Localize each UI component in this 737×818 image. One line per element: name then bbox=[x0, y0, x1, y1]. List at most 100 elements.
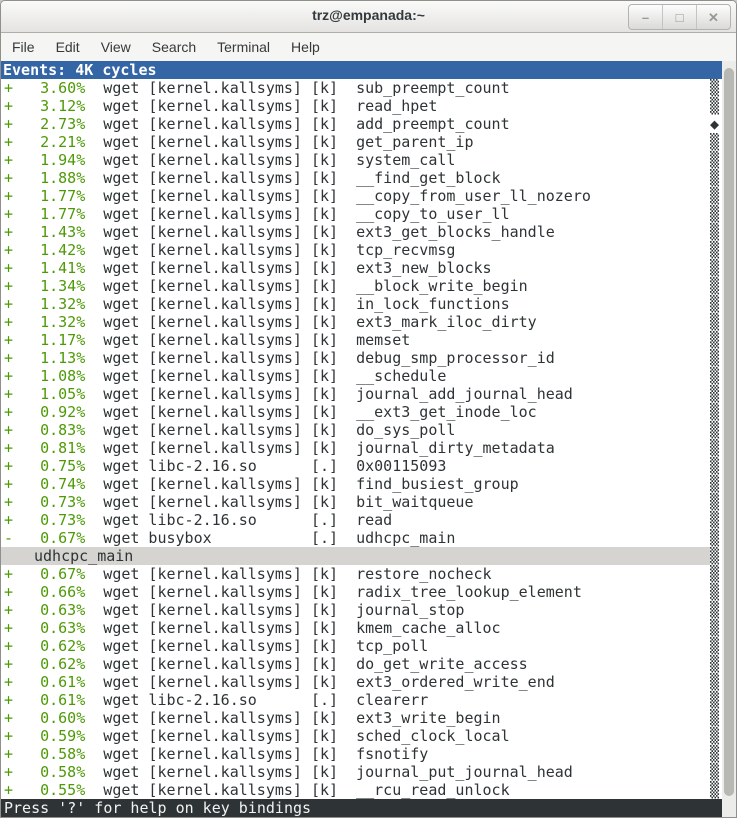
table-row[interactable]: +0.83%wget[kernel.kallsyms][k]do_sys_pol… bbox=[1, 421, 722, 439]
table-row[interactable]: +0.92%wget[kernel.kallsyms][k]__ext3_get… bbox=[1, 403, 722, 421]
row-content: +0.61%wgetlibc-2.16.so[.]clearerr bbox=[1, 691, 710, 709]
symbol-name: read bbox=[356, 511, 710, 529]
table-row[interactable]: +0.66%wget[kernel.kallsyms][k]radix_tree… bbox=[1, 583, 722, 601]
maximize-button[interactable]: □ bbox=[662, 5, 696, 29]
overhead-percent: 1.77% bbox=[13, 205, 85, 223]
command-name: wget bbox=[103, 619, 139, 637]
scrollbar[interactable] bbox=[722, 61, 736, 817]
expand-toggle: + bbox=[4, 205, 13, 223]
shared-object: [kernel.kallsyms] bbox=[148, 187, 311, 205]
symbol-name: fsnotify bbox=[356, 745, 710, 763]
row-content: +1.32%wget[kernel.kallsyms][k]ext3_mark_… bbox=[1, 313, 710, 331]
menu-item-edit[interactable]: Edit bbox=[47, 35, 89, 59]
command-name: wget bbox=[103, 349, 139, 367]
overhead-percent: 0.61% bbox=[13, 673, 85, 691]
shared-object: [kernel.kallsyms] bbox=[148, 709, 311, 727]
symbol-mode: [k] bbox=[311, 367, 338, 385]
table-row[interactable]: +0.63%wget[kernel.kallsyms][k]journal_st… bbox=[1, 601, 722, 619]
window-titlebar[interactable]: trz@empanada:~ –□✕ bbox=[1, 1, 736, 33]
table-row[interactable]: -0.67%wgetbusybox[.]udhcpc_main▒ bbox=[1, 529, 722, 547]
table-row[interactable]: +0.74%wget[kernel.kallsyms][k]find_busie… bbox=[1, 475, 722, 493]
symbol-mode: [k] bbox=[311, 331, 338, 349]
command-name: wget bbox=[103, 295, 139, 313]
menu-item-file[interactable]: File bbox=[3, 35, 44, 59]
menu-item-help[interactable]: Help bbox=[282, 35, 329, 59]
symbol-mode: [.] bbox=[311, 529, 338, 547]
command-name: wget bbox=[103, 637, 139, 655]
terminal-viewport[interactable]: Events: 4K cycles +3.60%wget[kernel.kall… bbox=[1, 61, 736, 817]
symbol-name: do_get_write_access bbox=[356, 655, 710, 673]
table-row[interactable]: +1.94%wget[kernel.kallsyms][k]system_cal… bbox=[1, 151, 722, 169]
command-name: wget bbox=[103, 781, 139, 799]
shared-object: [kernel.kallsyms] bbox=[148, 439, 311, 457]
symbol-mode: [k] bbox=[311, 205, 338, 223]
table-row[interactable]: +3.12%wget[kernel.kallsyms][k]read_hpet▒ bbox=[1, 97, 722, 115]
menu-item-search[interactable]: Search bbox=[143, 35, 205, 59]
table-row[interactable]: +1.08%wget[kernel.kallsyms][k]__schedule… bbox=[1, 367, 722, 385]
row-edge-shade-icon: ▒ bbox=[710, 583, 722, 601]
symbol-name: __copy_from_user_ll_nozero bbox=[356, 187, 710, 205]
table-row[interactable]: +1.41%wget[kernel.kallsyms][k]ext3_new_b… bbox=[1, 259, 722, 277]
row-content: +0.92%wget[kernel.kallsyms][k]__ext3_get… bbox=[1, 403, 710, 421]
symbol-name: clearerr bbox=[356, 691, 710, 709]
table-row[interactable]: +2.73%wget[kernel.kallsyms][k]add_preemp… bbox=[1, 115, 722, 133]
row-edge-shade-icon: ▒ bbox=[710, 97, 722, 115]
expand-toggle: + bbox=[4, 457, 13, 475]
table-row[interactable]: +1.88%wget[kernel.kallsyms][k]__find_get… bbox=[1, 169, 722, 187]
table-row[interactable]: +0.55%wget[kernel.kallsyms][k]__rcu_read… bbox=[1, 781, 722, 799]
table-row[interactable]: +3.60%wget[kernel.kallsyms][k]sub_preemp… bbox=[1, 79, 722, 97]
expand-toggle: + bbox=[4, 403, 13, 421]
table-row[interactable]: +1.32%wget[kernel.kallsyms][k]ext3_mark_… bbox=[1, 313, 722, 331]
command-name: wget bbox=[103, 403, 139, 421]
table-row[interactable]: +1.17%wget[kernel.kallsyms][k]memset▒ bbox=[1, 331, 722, 349]
table-row[interactable]: +0.59%wget[kernel.kallsyms][k]sched_cloc… bbox=[1, 727, 722, 745]
table-row-expanded-child[interactable]: udhcpc_main▒ bbox=[1, 547, 722, 565]
table-row[interactable]: +0.81%wget[kernel.kallsyms][k]journal_di… bbox=[1, 439, 722, 457]
row-content: +0.60%wget[kernel.kallsyms][k]ext3_write… bbox=[1, 709, 710, 727]
overhead-percent: 0.67% bbox=[13, 565, 85, 583]
expand-toggle: + bbox=[4, 187, 13, 205]
table-row[interactable]: +1.43%wget[kernel.kallsyms][k]ext3_get_b… bbox=[1, 223, 722, 241]
table-row[interactable]: +0.63%wget[kernel.kallsyms][k]kmem_cache… bbox=[1, 619, 722, 637]
command-name: wget bbox=[103, 277, 139, 295]
row-edge-shade-icon: ▒ bbox=[710, 709, 722, 727]
table-row[interactable]: +0.60%wget[kernel.kallsyms][k]ext3_write… bbox=[1, 709, 722, 727]
table-row[interactable]: +1.05%wget[kernel.kallsyms][k]journal_ad… bbox=[1, 385, 722, 403]
table-row[interactable]: +1.42%wget[kernel.kallsyms][k]tcp_recvms… bbox=[1, 241, 722, 259]
table-row[interactable]: +1.77%wget[kernel.kallsyms][k]__copy_fro… bbox=[1, 187, 722, 205]
command-name: wget bbox=[103, 475, 139, 493]
symbol-name: find_busiest_group bbox=[356, 475, 710, 493]
symbol-mode: [k] bbox=[311, 151, 338, 169]
symbol-name: read_hpet bbox=[356, 97, 710, 115]
table-row[interactable]: +0.62%wget[kernel.kallsyms][k]tcp_poll▒ bbox=[1, 637, 722, 655]
table-row[interactable]: +0.58%wget[kernel.kallsyms][k]journal_pu… bbox=[1, 763, 722, 781]
shared-object: [kernel.kallsyms] bbox=[148, 637, 311, 655]
menu-item-terminal[interactable]: Terminal bbox=[208, 35, 279, 59]
table-row[interactable]: +0.67%wget[kernel.kallsyms][k]restore_no… bbox=[1, 565, 722, 583]
row-edge-shade-icon: ▒ bbox=[710, 439, 722, 457]
minimize-button[interactable]: – bbox=[629, 5, 662, 29]
overhead-percent: 0.63% bbox=[13, 619, 85, 637]
table-row[interactable]: +1.32%wget[kernel.kallsyms][k]in_lock_fu… bbox=[1, 295, 722, 313]
row-content: +0.83%wget[kernel.kallsyms][k]do_sys_pol… bbox=[1, 421, 710, 439]
table-row[interactable]: +0.61%wgetlibc-2.16.so[.]clearerr▒ bbox=[1, 691, 722, 709]
table-row[interactable]: +0.61%wget[kernel.kallsyms][k]ext3_order… bbox=[1, 673, 722, 691]
scrollbar-thumb[interactable] bbox=[724, 68, 734, 796]
table-row[interactable]: +1.34%wget[kernel.kallsyms][k]__block_wr… bbox=[1, 277, 722, 295]
close-button[interactable]: ✕ bbox=[696, 5, 730, 29]
row-edge-shade-icon: ▒ bbox=[710, 79, 722, 97]
shared-object: [kernel.kallsyms] bbox=[148, 619, 311, 637]
table-row[interactable]: +1.13%wget[kernel.kallsyms][k]debug_smp_… bbox=[1, 349, 722, 367]
table-row[interactable]: +0.58%wget[kernel.kallsyms][k]fsnotify▒ bbox=[1, 745, 722, 763]
row-content: +0.58%wget[kernel.kallsyms][k]journal_pu… bbox=[1, 763, 710, 781]
row-edge-shade-icon: ▒ bbox=[710, 313, 722, 331]
expand-toggle: + bbox=[4, 313, 13, 331]
table-row[interactable]: +0.73%wgetlibc-2.16.so[.]read▒ bbox=[1, 511, 722, 529]
table-row[interactable]: +0.75%wgetlibc-2.16.so[.]0x00115093▒ bbox=[1, 457, 722, 475]
table-row[interactable]: +0.62%wget[kernel.kallsyms][k]do_get_wri… bbox=[1, 655, 722, 673]
table-row[interactable]: +0.73%wget[kernel.kallsyms][k]bit_waitqu… bbox=[1, 493, 722, 511]
table-row[interactable]: +1.77%wget[kernel.kallsyms][k]__copy_to_… bbox=[1, 205, 722, 223]
command-name: wget bbox=[103, 493, 139, 511]
table-row[interactable]: +2.21%wget[kernel.kallsyms][k]get_parent… bbox=[1, 133, 722, 151]
menu-item-view[interactable]: View bbox=[92, 35, 140, 59]
